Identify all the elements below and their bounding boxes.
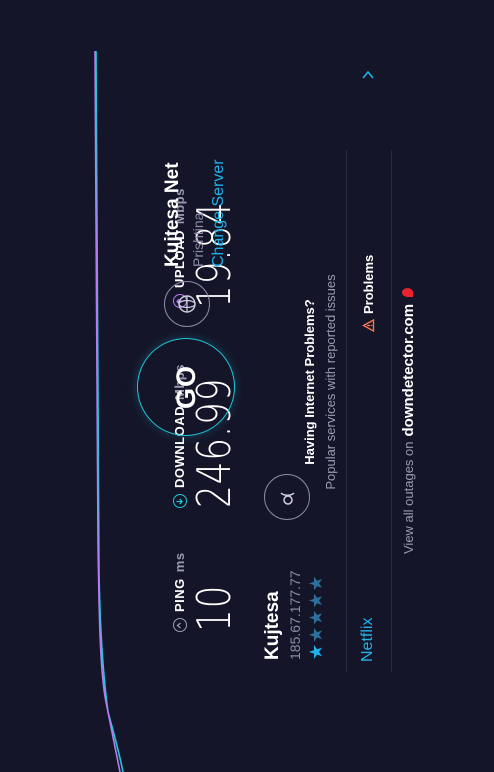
dd-service-name: Netflix bbox=[359, 617, 376, 662]
isp-name: Kujtesa bbox=[262, 591, 283, 660]
server-location: Prishtina bbox=[190, 212, 206, 267]
downdetector-header: Having Internet Problems? Popular servic… bbox=[302, 262, 338, 502]
dd-service-row[interactable]: Netflix Problems bbox=[346, 70, 392, 672]
star-icon: ★ bbox=[306, 608, 326, 626]
dd-status-label: Problems bbox=[361, 254, 376, 314]
ping-unit: ms bbox=[172, 552, 187, 573]
download-icon bbox=[172, 494, 187, 508]
go-button[interactable]: GO bbox=[137, 338, 235, 436]
ping-icon bbox=[172, 618, 187, 632]
dd-title: Having Internet Problems? bbox=[302, 299, 317, 465]
isp-ip: 185.67.177.77 bbox=[287, 570, 303, 660]
dd-footer-brand: downdetector.com bbox=[400, 303, 417, 437]
star-icon: ★ bbox=[306, 574, 326, 592]
star-icon: ★ bbox=[306, 642, 326, 660]
change-server-link[interactable]: Change Server bbox=[210, 127, 228, 267]
chevron-right-icon bbox=[362, 70, 374, 79]
speed-graph bbox=[94, 50, 124, 772]
dd-status: Problems bbox=[361, 255, 376, 332]
isp-rating: ★★★★★ bbox=[306, 570, 327, 660]
dd-subtitle: Popular services with reported issues bbox=[323, 274, 338, 490]
download-graph-line bbox=[95, 50, 124, 772]
ping-label: PING bbox=[172, 578, 187, 612]
globe-icon bbox=[178, 295, 196, 313]
dd-footer-prefix: View all outages on bbox=[401, 441, 416, 554]
isp-icon bbox=[280, 492, 295, 505]
downdetector-logo-icon bbox=[402, 287, 413, 297]
ping-metric: PING ms 10 bbox=[172, 502, 241, 632]
speedtest-screen: PING ms 10 DOWNLOAD Mbps 246.99 UPLOAD M… bbox=[0, 0, 494, 772]
star-icon: ★ bbox=[306, 625, 326, 643]
server-info: Kujtesa Net Prishtina Change Server bbox=[162, 127, 228, 267]
dd-footer-link[interactable]: View all outages on downdetector.com bbox=[400, 287, 417, 554]
star-icon: ★ bbox=[306, 591, 326, 609]
server-name: Kujtesa Net bbox=[162, 162, 183, 267]
server-circle[interactable] bbox=[164, 281, 210, 327]
warning-icon bbox=[362, 319, 375, 332]
ping-value: 10 bbox=[187, 584, 241, 632]
